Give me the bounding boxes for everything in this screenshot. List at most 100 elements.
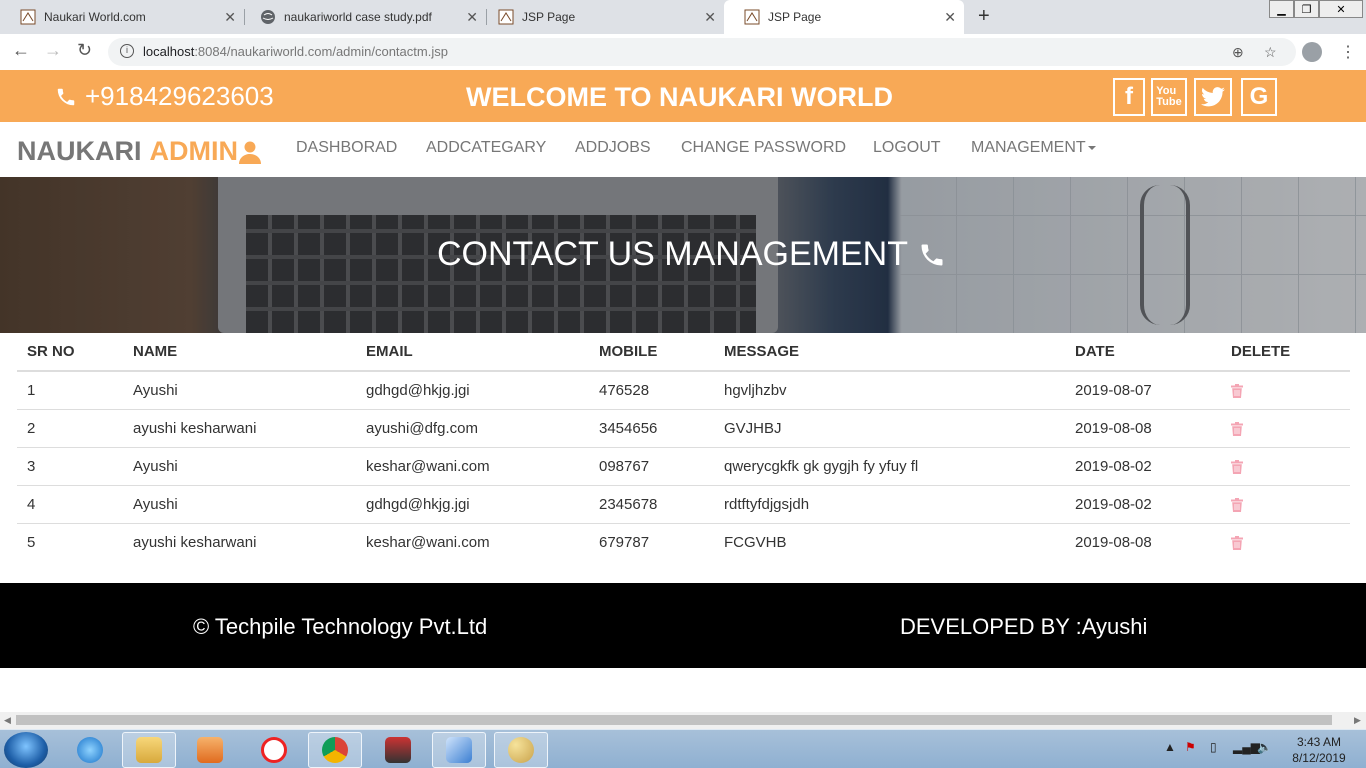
system-clock[interactable]: 3:43 AM 8/12/2019: [1284, 734, 1354, 766]
browser-tab-active[interactable]: JSP Page ✕: [724, 0, 964, 34]
window-controls: ▁ ❐ ✕: [1269, 0, 1363, 18]
network-signal-icon[interactable]: ▂▄▆: [1233, 740, 1260, 754]
virtualbox-icon[interactable]: [432, 732, 486, 768]
cell-email: keshar@wani.com: [356, 446, 589, 485]
brand-logo[interactable]: NAUKARI ADMIN: [17, 136, 262, 167]
new-tab-icon[interactable]: +: [978, 5, 990, 28]
user-icon: [239, 141, 261, 164]
page-footer: © Techpile Technology Pvt.Ltd DEVELOPED …: [0, 583, 1366, 668]
paint-icon[interactable]: [494, 732, 548, 768]
browser-tab[interactable]: Naukari World.com ✕: [0, 0, 244, 34]
url-text: localhost:8084/naukariworld.com/admin/co…: [143, 44, 448, 59]
volume-icon[interactable]: 🔈: [1257, 740, 1272, 754]
cell-mobile: 3454656: [589, 408, 714, 447]
phone-icon: [57, 88, 75, 105]
browser-tab[interactable]: naukariworld case study.pdf ✕: [240, 0, 486, 34]
trash-icon[interactable]: [1231, 535, 1243, 550]
cell-date: 2019-08-02: [1065, 446, 1221, 485]
col-header-message: MESSAGE: [714, 333, 1065, 372]
internet-explorer-icon[interactable]: [63, 732, 117, 768]
cell-delete: [1221, 484, 1350, 523]
facebook-icon[interactable]: f: [1113, 78, 1145, 116]
tab-title: JSP Page: [522, 10, 576, 24]
bookmark-star-icon[interactable]: ☆: [1264, 44, 1277, 61]
back-arrow-icon[interactable]: ←: [12, 40, 30, 61]
col-header-sr-no: SR NO: [17, 333, 123, 372]
nav-add-jobs[interactable]: ADDJOBS: [575, 139, 651, 157]
chrome-icon[interactable]: [308, 732, 362, 768]
file-explorer-icon[interactable]: [122, 732, 176, 768]
cell-name: ayushi kesharwani: [123, 408, 356, 447]
nav-management-dropdown[interactable]: MANAGEMENT: [971, 139, 1096, 157]
table-row: 5 ayushi kesharwani keshar@wani.com 6797…: [17, 522, 1350, 561]
media-player-icon[interactable]: [183, 732, 237, 768]
page-favicon-icon: [498, 9, 514, 25]
action-center-icon[interactable]: ⚑: [1185, 740, 1196, 754]
windows-taskbar: ▲ ⚑ ▯ ▂▄▆ 🔈 3:43 AM 8/12/2019: [0, 729, 1366, 768]
cell-sr-no: 2: [17, 408, 123, 447]
start-button-icon[interactable]: [4, 732, 48, 768]
cell-message: hgvljhzbv: [714, 370, 1065, 409]
battery-icon[interactable]: ▯: [1210, 740, 1217, 754]
restore-icon[interactable]: ❐: [1294, 0, 1319, 18]
trash-icon[interactable]: [1231, 497, 1243, 512]
footer-developer: DEVELOPED BY :Ayushi: [900, 614, 1148, 639]
show-hidden-icons[interactable]: ▲: [1164, 740, 1176, 754]
minimize-icon[interactable]: ▁: [1269, 0, 1294, 18]
cell-delete: [1221, 446, 1350, 485]
cell-name: Ayushi: [123, 446, 356, 485]
ms-office-icon[interactable]: [371, 732, 425, 768]
cell-sr-no: 3: [17, 446, 123, 485]
caret-down-icon: [1087, 145, 1096, 150]
close-tab-icon[interactable]: ✕: [466, 9, 478, 26]
scroll-right-icon[interactable]: ▶: [1354, 715, 1361, 726]
cell-name: Ayushi: [123, 370, 356, 409]
nav-dashboard[interactable]: DASHBORAD: [296, 139, 397, 157]
trash-icon[interactable]: [1231, 459, 1243, 474]
close-tab-icon[interactable]: ✕: [224, 9, 236, 26]
brand-right: ADMIN: [149, 136, 239, 166]
browser-menu-icon[interactable]: ⋮: [1340, 42, 1356, 62]
reload-icon[interactable]: ↻: [77, 40, 92, 61]
yandex-browser-icon[interactable]: [247, 732, 301, 768]
col-header-name: NAME: [123, 333, 356, 372]
tab-title: Naukari World.com: [44, 10, 146, 24]
close-window-icon[interactable]: ✕: [1319, 0, 1363, 18]
cell-name: Ayushi: [123, 484, 356, 523]
zoom-icon[interactable]: ⊕: [1232, 44, 1244, 61]
google-icon[interactable]: G: [1241, 78, 1277, 116]
cell-date: 2019-08-08: [1065, 522, 1221, 561]
horizontal-scrollbar[interactable]: ◀ ▶: [0, 712, 1366, 729]
page-banner: CONTACT US MANAGEMENT: [0, 177, 1366, 333]
cell-message: qwerycgkfk gk gygjh fy yfuy fl: [714, 446, 1065, 485]
brand-left: NAUKARI: [17, 136, 142, 166]
cell-delete: [1221, 370, 1350, 409]
welcome-heading: WELCOME TO NAUKARI WORLD: [466, 82, 893, 112]
nav-change-password[interactable]: CHANGE PASSWORD: [681, 139, 846, 157]
scroll-left-icon[interactable]: ◀: [4, 715, 11, 726]
site-info-icon[interactable]: i: [120, 44, 134, 58]
cell-message: GVJHBJ: [714, 408, 1065, 447]
table-row: 1 Ayushi gdhgd@hkjg.jgi 476528 hgvljhzbv…: [17, 370, 1350, 409]
cell-email: gdhgd@hkjg.jgi: [356, 370, 589, 409]
browser-toolbar: ← → ↻ i localhost:8084/naukariworld.com/…: [0, 34, 1366, 70]
youtube-icon[interactable]: You Tube: [1151, 78, 1187, 116]
address-bar[interactable]: i localhost:8084/naukariworld.com/admin/…: [108, 38, 1296, 66]
nav-add-category[interactable]: ADDCATEGARY: [426, 139, 546, 157]
trash-icon[interactable]: [1231, 383, 1243, 398]
close-tab-icon[interactable]: ✕: [704, 9, 716, 26]
close-tab-icon[interactable]: ✕: [944, 9, 956, 26]
cell-date: 2019-08-07: [1065, 370, 1221, 409]
browser-tab[interactable]: JSP Page ✕: [478, 0, 724, 34]
scrollbar-thumb[interactable]: [16, 715, 1332, 725]
clock-date: 8/12/2019: [1292, 751, 1346, 765]
cell-delete: [1221, 408, 1350, 447]
trash-icon[interactable]: [1231, 421, 1243, 436]
footer-copyright: © Techpile Technology Pvt.Ltd: [193, 614, 488, 639]
nav-management-label: MANAGEMENT: [971, 139, 1086, 156]
forward-arrow-icon[interactable]: →: [44, 40, 62, 61]
page-title: CONTACT US MANAGEMENT: [437, 235, 946, 274]
profile-avatar-icon[interactable]: [1302, 42, 1322, 62]
twitter-icon[interactable]: [1194, 78, 1232, 116]
nav-logout[interactable]: LOGOUT: [873, 139, 941, 157]
